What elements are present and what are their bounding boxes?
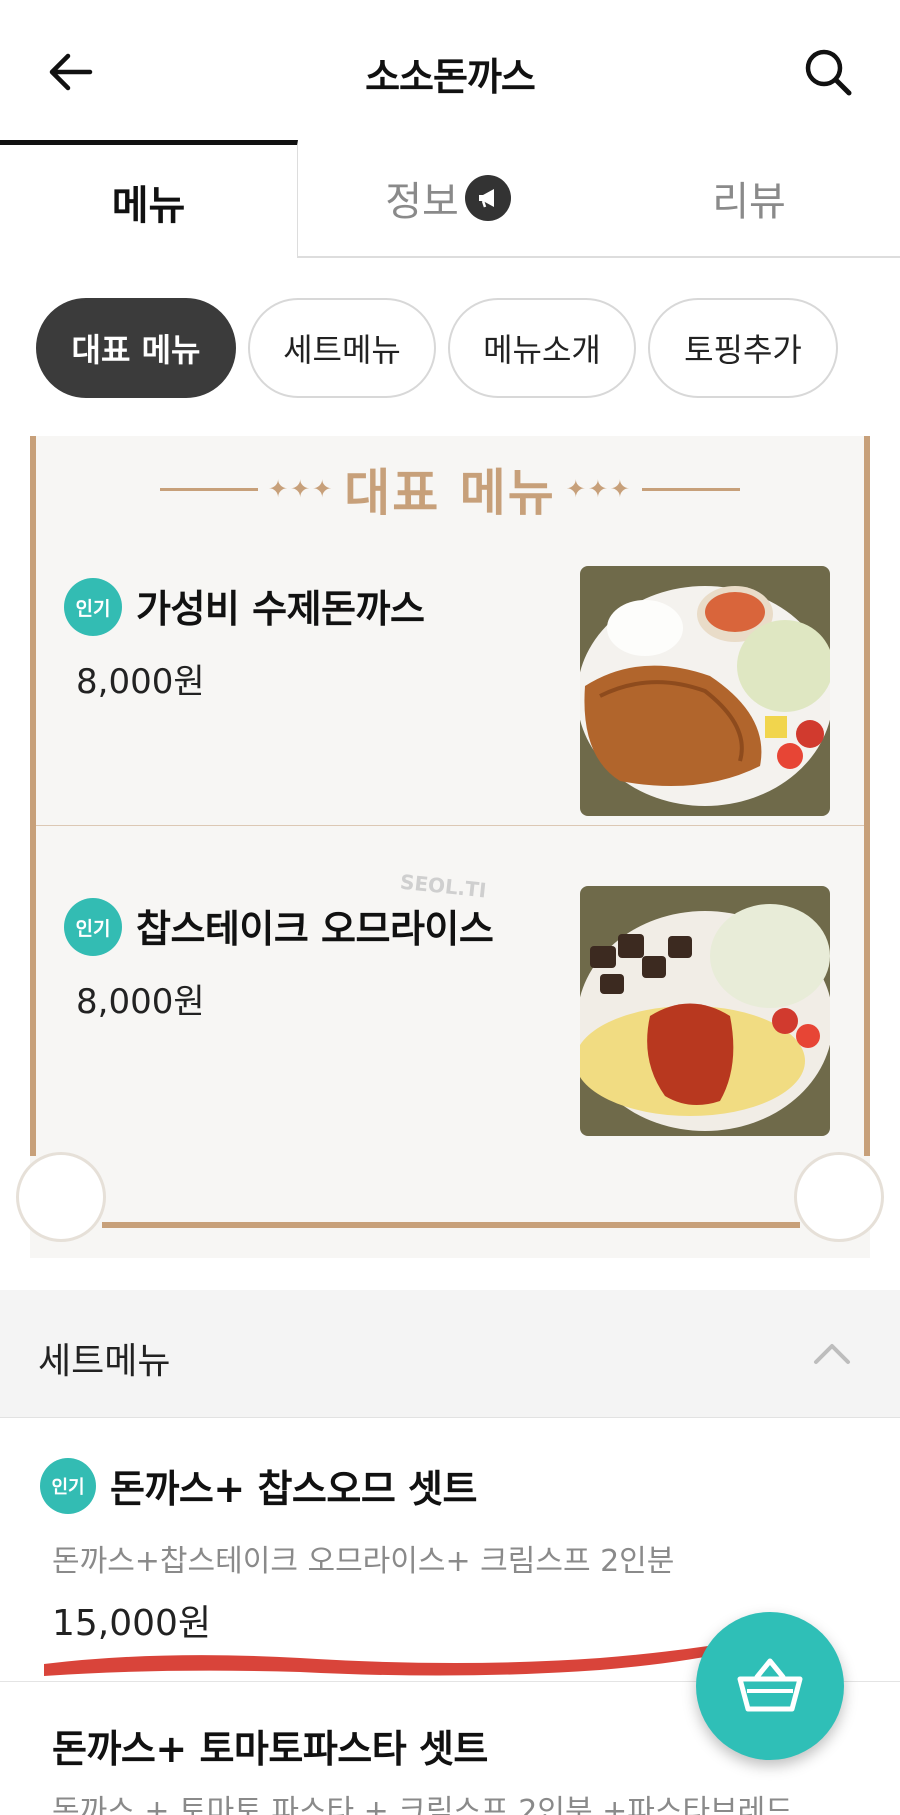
diamond-ornament-icon: ✦✦✦	[565, 475, 633, 503]
set-item-name: 돈까스+ 토마토파스타 셋트	[52, 1727, 488, 1771]
tab-label: 정보	[385, 179, 459, 225]
set-item-description: 돈까스 + 토마토 파스타 + 크림스프 2인분 +파스타브레드	[52, 1794, 793, 1815]
app-header: 소소돈까스	[0, 0, 900, 140]
section-title: 세트메뉴	[38, 1341, 171, 1382]
diamond-ornament-icon: ✦✦✦	[267, 475, 335, 503]
popular-badge: 인기	[64, 898, 122, 956]
popular-badge: 인기	[40, 1458, 96, 1514]
tab-review[interactable]: 리뷰	[598, 140, 900, 258]
cart-button[interactable]	[696, 1612, 844, 1760]
menu-item-price: 8,000원	[76, 662, 205, 702]
tonkatsu-photo	[580, 566, 830, 816]
tab-menu[interactable]: 메뉴	[0, 140, 298, 258]
tab-label: 리뷰	[712, 179, 786, 225]
menu-item-price: 8,000원	[76, 982, 205, 1022]
set-item-name: 돈까스+ 찹스오므 셋트	[110, 1467, 477, 1511]
main-tabs: 메뉴 정보 리뷰	[0, 140, 900, 260]
heading-divider	[159, 487, 258, 491]
menu-item-name: 찹스테이크 오므라이스	[136, 907, 494, 951]
tab-label: 메뉴	[111, 182, 186, 229]
search-icon	[805, 49, 852, 96]
panel-border	[102, 1222, 800, 1228]
signature-heading: ✦✦✦ 대표 메뉴 ✦✦✦	[30, 454, 870, 524]
panel-corner	[16, 1152, 106, 1242]
chip-topping[interactable]: 토핑추가	[648, 298, 838, 398]
chip-label: 메뉴소개	[483, 331, 601, 369]
heading-text: 대표 메뉴	[344, 464, 556, 522]
page-title: 소소돈까스	[365, 55, 536, 99]
chip-menu-intro[interactable]: 메뉴소개	[448, 298, 636, 398]
tab-info[interactable]: 정보	[298, 140, 598, 258]
popular-badge: 인기	[64, 578, 122, 636]
chevron-up-icon[interactable]	[812, 1338, 852, 1368]
signature-menu-panel: ✦✦✦ 대표 메뉴 ✦✦✦ 인기 가성비 수제돈까스 8,000원 SEOL.T…	[16, 436, 884, 1258]
chip-label: 세트메뉴	[283, 331, 401, 369]
set-item-description: 돈까스+찹스테이크 오므라이스+ 크림스프 2인분	[52, 1544, 675, 1579]
menu-item[interactable]: 인기 가성비 수제돈까스 8,000원	[36, 566, 864, 826]
search-button[interactable]	[798, 42, 858, 102]
red-underline-mark	[44, 1632, 790, 1676]
chopsteak-omurice-photo	[580, 886, 830, 1136]
chip-set-menu[interactable]: 세트메뉴	[248, 298, 436, 398]
set-menu-section-header[interactable]: 세트메뉴	[0, 1290, 900, 1418]
menu-item-name: 가성비 수제돈까스	[136, 587, 425, 631]
menu-item[interactable]: 인기 찹스테이크 오므라이스 8,000원	[36, 886, 864, 1146]
chip-signature-menu[interactable]: 대표 메뉴	[36, 298, 236, 398]
panel-corner	[794, 1152, 884, 1242]
megaphone-icon	[464, 175, 511, 221]
chip-label: 토핑추가	[684, 331, 802, 369]
heading-divider	[642, 487, 741, 491]
basket-icon	[737, 1658, 803, 1712]
chip-label: 대표 메뉴	[71, 331, 201, 369]
panel-border	[864, 436, 870, 1156]
